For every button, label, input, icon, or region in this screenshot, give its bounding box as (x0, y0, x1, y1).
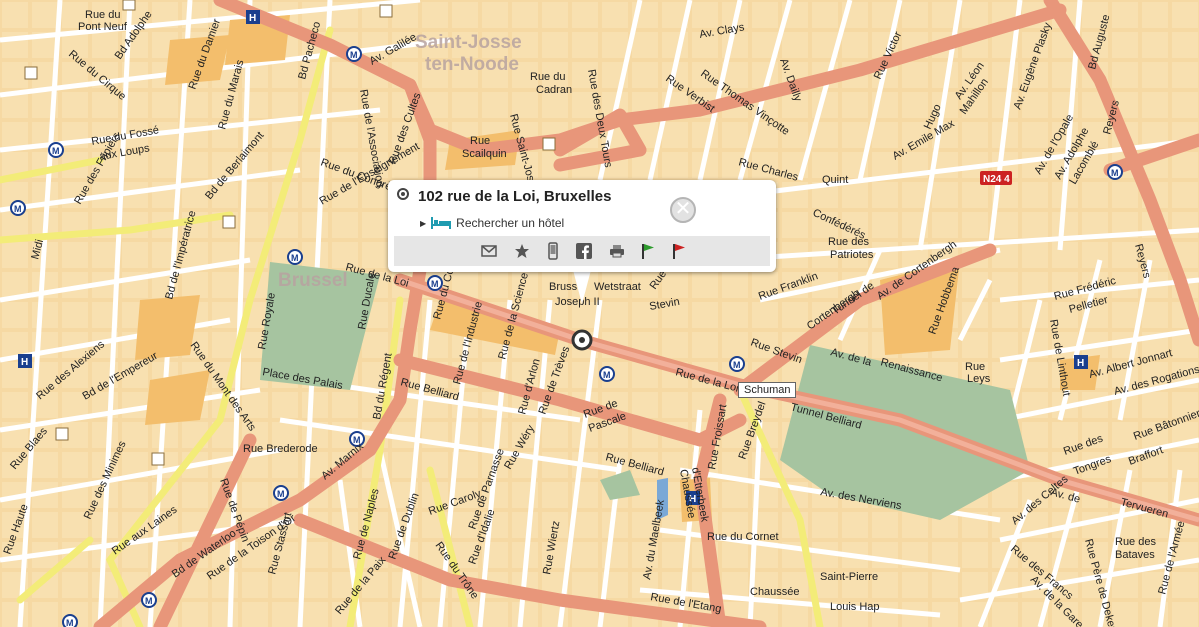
svg-text:M: M (277, 489, 285, 499)
svg-text:Patriotes: Patriotes (830, 249, 874, 261)
church-icon (379, 4, 393, 18)
svg-text:M: M (14, 204, 22, 214)
svg-text:Bataves: Bataves (1115, 549, 1155, 561)
svg-text:H: H (21, 357, 28, 368)
svg-text:M: M (66, 618, 74, 627)
facebook-icon (576, 243, 592, 259)
svg-text:Rue des: Rue des (1115, 536, 1156, 548)
metro-icon: M (62, 614, 78, 627)
svg-text:H: H (1077, 358, 1084, 369)
popup-toolbar (394, 236, 770, 266)
bed-icon (431, 217, 452, 229)
church-icon (542, 137, 556, 151)
svg-text:Chaussée: Chaussée (750, 586, 800, 598)
metro-icon: M (48, 142, 64, 158)
svg-text:Saint-Pierre: Saint-Pierre (820, 571, 878, 583)
church-icon (55, 427, 69, 441)
mobile-icon (548, 242, 558, 260)
metro-station-label[interactable]: Schuman (738, 382, 797, 398)
svg-text:Rue du: Rue du (530, 71, 565, 83)
close-icon: ✕ (674, 198, 692, 220)
svg-text:Pont Neuf: Pont Neuf (78, 21, 128, 33)
district-label-ten-noode: ten-Noode (425, 54, 519, 75)
svg-text:Rue Brederode: Rue Brederode (243, 443, 318, 455)
favorite-button[interactable] (513, 242, 531, 260)
svg-text:Rue: Rue (470, 135, 490, 147)
search-hotel-label: Rechercher un hôtel (456, 216, 565, 230)
hospital-icon: H (18, 354, 32, 368)
hospital-icon: H (246, 10, 260, 24)
metro-icon: M (273, 485, 289, 501)
svg-text:Rue: Rue (965, 361, 985, 373)
metro-icon: M (10, 200, 26, 216)
metro-icon: M (1107, 164, 1123, 180)
svg-text:M: M (733, 360, 741, 370)
svg-text:Scailquin: Scailquin (462, 148, 507, 160)
svg-text:Rue du Cornet: Rue du Cornet (707, 531, 779, 543)
close-button[interactable]: ✕ (670, 197, 696, 223)
district-label-saint-josse: Saint-Josse (415, 32, 522, 53)
popup-title: 102 rue de la Loi, Bruxelles (418, 188, 612, 205)
church-icon (151, 452, 165, 466)
metro-icon: M (141, 592, 157, 608)
red-flag-icon (673, 244, 685, 259)
map-layer[interactable]: M M M M M M M M M M M M H H H H Saint-Jo… (0, 0, 1199, 627)
church-icon (122, 0, 136, 11)
svg-text:M: M (291, 253, 299, 263)
mobile-button[interactable] (544, 242, 562, 260)
road-number-badge: N24 4 (980, 171, 1012, 185)
popup-pointer (573, 270, 591, 304)
svg-text:M: M (145, 596, 153, 606)
svg-text:Quint: Quint (822, 174, 848, 186)
caret-right-icon: ▶ (420, 218, 427, 228)
print-button[interactable] (608, 242, 626, 260)
email-button[interactable] (480, 242, 498, 260)
svg-text:Leys: Leys (967, 373, 991, 385)
email-icon (481, 245, 497, 257)
church-icon (222, 215, 236, 229)
location-marker-icon (571, 329, 593, 351)
svg-text:M: M (431, 279, 439, 289)
print-icon (610, 245, 624, 258)
svg-text:H: H (249, 13, 256, 24)
metro-icon: M (346, 46, 362, 62)
metro-icon: M (599, 366, 615, 382)
svg-text:Louis Hap: Louis Hap (830, 601, 880, 613)
svg-text:N24 4: N24 4 (983, 174, 1010, 185)
hospital-icon: H (1074, 355, 1088, 369)
svg-text:Cadran: Cadran (536, 84, 572, 96)
metro-icon: M (729, 356, 745, 372)
svg-text:Rue du: Rue du (85, 9, 120, 21)
map-canvas[interactable]: M M M M M M M M M M M M H H H H Saint-Jo… (0, 0, 1199, 627)
svg-text:M: M (52, 146, 60, 156)
svg-text:M: M (350, 50, 358, 60)
metro-icon: M (287, 249, 303, 265)
star-icon (515, 244, 529, 258)
green-flag-icon (642, 244, 654, 259)
end-flag-button[interactable] (670, 242, 688, 260)
start-flag-button[interactable] (639, 242, 657, 260)
search-hotel-link[interactable]: ▶ Rechercher un hôtel (420, 216, 564, 230)
svg-text:M: M (603, 370, 611, 380)
svg-text:M: M (1111, 168, 1119, 178)
facebook-button[interactable] (575, 242, 593, 260)
district-label-brussel: Brussel (278, 270, 348, 291)
location-icon (397, 188, 409, 200)
church-icon (24, 66, 38, 80)
svg-text:Wetstraat: Wetstraat (594, 281, 641, 293)
location-popup: 102 rue de la Loi, Bruxelles ✕ ▶ Recherc… (388, 180, 776, 272)
